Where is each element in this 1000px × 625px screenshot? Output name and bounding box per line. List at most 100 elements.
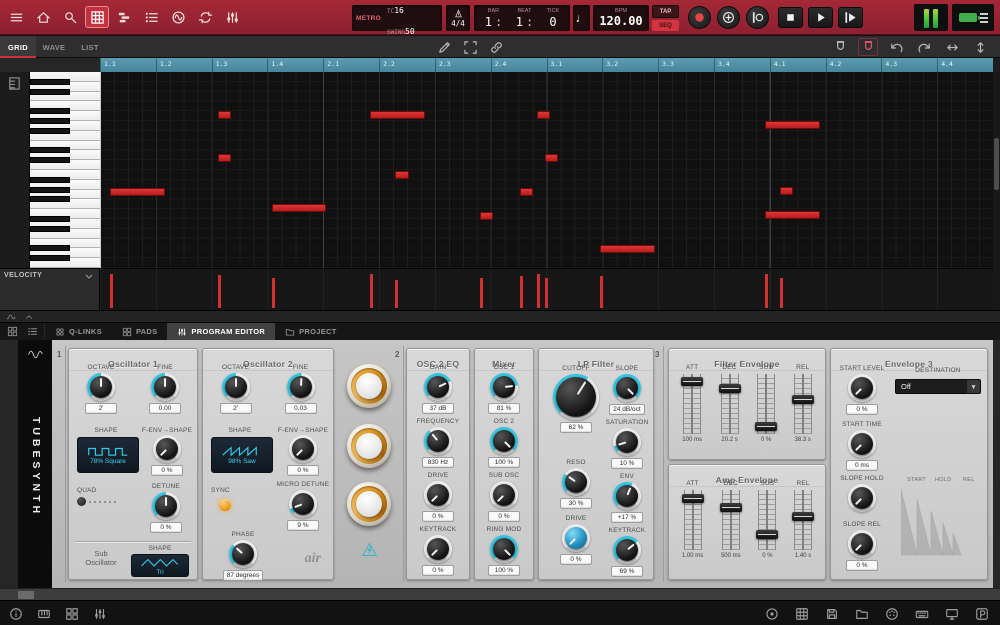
- midi-note[interactable]: [218, 154, 231, 162]
- osc1-shape-display[interactable]: 78% Square: [77, 437, 139, 473]
- keytrack-control[interactable]: KEYTRACK0 %: [407, 526, 469, 576]
- ruler-tick[interactable]: 3.2: [602, 58, 658, 72]
- ruler-tick[interactable]: 3.1: [547, 58, 603, 72]
- velocity-bar[interactable]: [520, 276, 523, 308]
- ruler-tick[interactable]: 3.4: [714, 58, 770, 72]
- octave-control[interactable]: OCTAVE2': [208, 364, 264, 414]
- ruler-tick[interactable]: 1.1: [100, 58, 156, 72]
- magnet-icon[interactable]: [830, 38, 850, 56]
- ruler-tick[interactable]: 1.4: [267, 58, 323, 72]
- ruler-tick[interactable]: 4.3: [881, 58, 937, 72]
- keyboard-icon[interactable]: [912, 604, 932, 623]
- tc-swing-display[interactable]: TC16 SWING50: [387, 0, 415, 38]
- knob[interactable]: [490, 535, 518, 563]
- drive-control[interactable]: DRIVE0 %: [545, 515, 607, 565]
- list-edit-icon[interactable]: [24, 325, 40, 339]
- knob[interactable]: [848, 530, 876, 558]
- velocity-bar[interactable]: [765, 274, 768, 308]
- track-view-icon[interactable]: [112, 6, 136, 28]
- bpm-display[interactable]: BPM 120.00: [593, 5, 649, 31]
- ruler-tick[interactable]: 2.2: [379, 58, 435, 72]
- piano-black-key[interactable]: [30, 216, 70, 222]
- keytrack-control[interactable]: KEYTRACK69 %: [603, 527, 651, 577]
- knob[interactable]: [562, 524, 590, 552]
- ruler-tick[interactable]: 2.3: [435, 58, 491, 72]
- target-icon[interactable]: [762, 604, 782, 623]
- sampler-icon[interactable]: [166, 6, 190, 28]
- slider-handle[interactable]: [719, 384, 741, 393]
- collapse-icon[interactable]: [22, 311, 36, 322]
- folder-icon[interactable]: [852, 604, 872, 623]
- gain-control[interactable]: GAIN37 dB: [407, 364, 469, 414]
- knob[interactable]: [229, 540, 257, 568]
- overdub-icon[interactable]: [717, 6, 740, 29]
- magnet-active-icon[interactable]: [858, 38, 878, 56]
- knob[interactable]: [222, 373, 250, 401]
- piano-black-key[interactable]: [30, 226, 70, 232]
- numpad-icon[interactable]: [792, 604, 812, 623]
- knob[interactable]: [562, 468, 590, 496]
- slider-handle[interactable]: [792, 512, 814, 521]
- midi-note[interactable]: [370, 111, 425, 119]
- knob[interactable]: [613, 536, 641, 564]
- ruler-tick[interactable]: 2.1: [323, 58, 379, 72]
- slider-track[interactable]: [794, 374, 812, 434]
- osc-2-control[interactable]: OSC 2100 %: [475, 418, 533, 468]
- piano-black-key[interactable]: [30, 147, 70, 153]
- ring-mod-control[interactable]: RING MOD100 %: [475, 526, 533, 576]
- list-edit-icon[interactable]: [139, 6, 163, 28]
- octave-control[interactable]: OCTAVE2': [73, 364, 129, 414]
- sub-osc-control[interactable]: SUB OSC0 %: [475, 472, 533, 522]
- select-region-icon[interactable]: [460, 38, 480, 56]
- destination-select[interactable]: Off ▾: [895, 379, 981, 394]
- knob[interactable]: [553, 374, 599, 420]
- vertical-scrollbar[interactable]: [993, 72, 1000, 268]
- piano-keyboard[interactable]: [30, 72, 100, 268]
- playhead[interactable]: [100, 72, 101, 268]
- piano-black-key[interactable]: [30, 157, 70, 163]
- knob[interactable]: [424, 535, 452, 563]
- scrollbar-thumb[interactable]: [994, 138, 999, 190]
- looper-icon[interactable]: [193, 6, 217, 28]
- velocity-bar[interactable]: [110, 274, 113, 308]
- start-time-control[interactable]: START TIME0 ms: [835, 421, 889, 471]
- rel-slider[interactable]: REL38.3 s: [794, 364, 812, 456]
- midi-note[interactable]: [545, 154, 558, 162]
- piano-black-key[interactable]: [30, 255, 70, 261]
- knob[interactable]: [287, 373, 315, 401]
- slider-handle[interactable]: [681, 377, 703, 386]
- att-slider[interactable]: ATT100 ms: [682, 364, 702, 456]
- micro-detune-control[interactable]: MICRO DETUNE9 %: [275, 481, 331, 531]
- undo-icon[interactable]: [886, 38, 906, 56]
- record-from-start-icon[interactable]: [746, 6, 769, 29]
- pencil-icon[interactable]: [434, 38, 454, 56]
- velocity-bar[interactable]: [218, 275, 221, 308]
- knob[interactable]: [87, 373, 115, 401]
- sus-slider[interactable]: SUS0 %: [758, 480, 776, 576]
- tab-project[interactable]: PROJECT: [275, 323, 347, 340]
- tab-program-editor[interactable]: PROGRAM EDITOR: [167, 323, 275, 340]
- phase-control[interactable]: PHASE87 degrees: [211, 531, 275, 581]
- slope-hold-control[interactable]: SLOPE HOLD: [835, 475, 889, 512]
- ruler-tick[interactable]: 1.3: [212, 58, 268, 72]
- piano-black-key[interactable]: [30, 118, 70, 124]
- pad-grid-icon[interactable]: [4, 325, 20, 339]
- macro-knob-2[interactable]: [347, 424, 391, 468]
- midi-note[interactable]: [780, 187, 793, 195]
- home-icon[interactable]: [31, 6, 55, 28]
- drive-control[interactable]: DRIVE0 %: [407, 472, 469, 522]
- midi-icon[interactable]: [882, 604, 902, 623]
- osc2-shape-display[interactable]: 98% Saw: [211, 437, 273, 473]
- slider-track[interactable]: [721, 374, 739, 434]
- att-slider[interactable]: ATT1.00 ms: [682, 480, 703, 576]
- velocity-bar[interactable]: [272, 278, 275, 308]
- piano-black-key[interactable]: [30, 245, 70, 251]
- knob[interactable]: [848, 430, 876, 458]
- midi-note[interactable]: [600, 245, 655, 253]
- tap-tempo-button[interactable]: TAP: [652, 5, 679, 18]
- knob[interactable]: [490, 373, 518, 401]
- sync-led[interactable]: [219, 499, 231, 511]
- velocity-bar[interactable]: [395, 280, 398, 308]
- knob[interactable]: [424, 427, 452, 455]
- link-icon[interactable]: [486, 38, 506, 56]
